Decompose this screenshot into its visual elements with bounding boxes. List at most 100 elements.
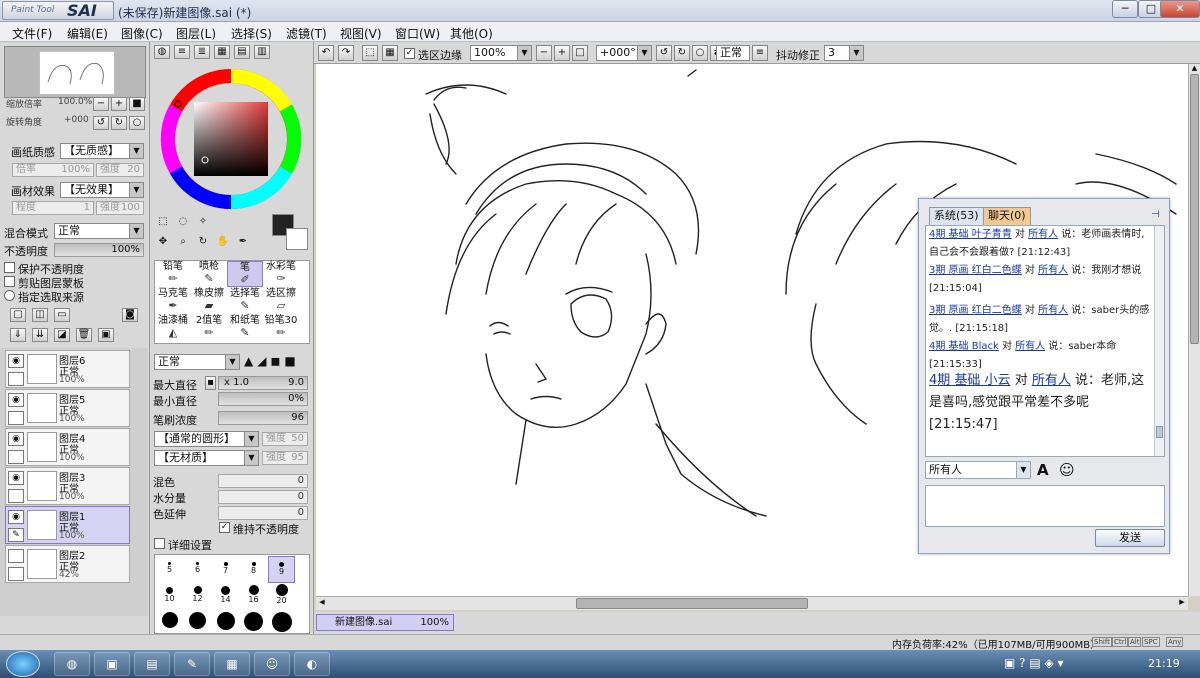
texture-strength-field[interactable]: 强度 95 bbox=[262, 451, 308, 465]
send-button[interactable]: 发送 bbox=[1095, 529, 1165, 547]
blend-field[interactable]: 0 bbox=[218, 474, 308, 488]
layer-item[interactable]: 图层2 正常 42% bbox=[5, 545, 130, 583]
menu-filter[interactable]: 滤镜(T) bbox=[286, 25, 327, 42]
redo-icon[interactable]: ↷ bbox=[338, 45, 354, 61]
lock-toggle[interactable] bbox=[8, 567, 24, 581]
background-color-swatch[interactable] bbox=[286, 228, 308, 250]
chat-user-link[interactable]: 3期 原画 红白二色蝶 bbox=[929, 305, 1022, 316]
magic-wand-icon[interactable]: ✧ bbox=[194, 216, 212, 234]
chat-user-link[interactable]: 4期 基础 叶子青青 bbox=[929, 229, 1012, 240]
layer-item[interactable]: ◉ 图层6 正常 100% bbox=[5, 350, 130, 388]
minimize-button[interactable]: ─ bbox=[1112, 0, 1138, 18]
eye-icon[interactable]: ◉ bbox=[8, 393, 24, 407]
close-button[interactable]: ✕ bbox=[1160, 0, 1200, 18]
scratchpad-icon[interactable]: ▥ bbox=[254, 45, 270, 59]
chat-scroll-thumb[interactable] bbox=[1156, 426, 1163, 438]
blend-mode-select[interactable]: 正常 ▼ bbox=[54, 223, 144, 239]
brush-size-cell-selected[interactable]: 9 bbox=[268, 556, 295, 583]
rotate-tool-icon[interactable]: ↻ bbox=[194, 236, 212, 254]
canvas-zoom-out-button[interactable]: − bbox=[536, 45, 552, 61]
trash-icon[interactable]: 🗑 bbox=[76, 328, 92, 342]
chat-scrollbar[interactable] bbox=[1154, 226, 1164, 456]
rotate-cw-button[interactable]: ↻ bbox=[674, 45, 690, 61]
eye-icon[interactable]: ◉ bbox=[8, 432, 24, 446]
eye-icon[interactable]: ◉ bbox=[8, 354, 24, 368]
selection-source-radio[interactable] bbox=[4, 290, 15, 301]
tool-marker[interactable]: 马克笔 ✒ bbox=[155, 288, 191, 314]
chat-user-link[interactable]: 4期 基础 小云 bbox=[929, 373, 1011, 388]
brush-size-cell[interactable]: 7 bbox=[212, 556, 239, 583]
chat-target-link[interactable]: 所有人 bbox=[1032, 373, 1071, 388]
brush-shape-buttons[interactable]: ▲◢◼■ bbox=[244, 354, 308, 370]
effect-width-field[interactable]: 程度 1 bbox=[12, 201, 94, 215]
brush-mode-select[interactable]: 正常 ▼ bbox=[154, 354, 240, 370]
tab-system[interactable]: 系统(53) bbox=[929, 207, 984, 225]
detail-settings-checkbox[interactable] bbox=[154, 538, 165, 549]
tool-select-pen[interactable]: 选择笔 ✎ bbox=[227, 288, 263, 314]
brush-size-cell[interactable] bbox=[212, 610, 239, 637]
rotate-reset-button-2[interactable]: ○ bbox=[692, 45, 708, 61]
vertical-scrollbar[interactable]: ▲ bbox=[1188, 64, 1200, 596]
zoom-in-button[interactable]: + bbox=[111, 97, 127, 111]
layer-item[interactable]: ◉ 图层3 正常 100% bbox=[5, 467, 130, 505]
undo-icon[interactable]: ↶ bbox=[318, 45, 334, 61]
taskbar-ps-icon[interactable]: ▦ bbox=[214, 652, 250, 676]
menu-layer[interactable]: 图层(L) bbox=[176, 25, 216, 42]
eye-icon[interactable]: ◉ bbox=[8, 510, 24, 524]
menu-edit[interactable]: 编辑(E) bbox=[67, 25, 108, 42]
shape-strength-field[interactable]: 强度 50 bbox=[262, 432, 308, 446]
rotate-ccw-button[interactable]: ↺ bbox=[656, 45, 672, 61]
lock-toggle[interactable] bbox=[8, 411, 24, 425]
eye-toggle[interactable] bbox=[8, 549, 24, 563]
scroll-right-icon[interactable]: ▶ bbox=[1176, 598, 1188, 609]
brush-size-cell[interactable]: 16 bbox=[240, 583, 267, 610]
brush-size-cell[interactable]: 14 bbox=[212, 583, 239, 610]
taskbar-app-icon[interactable]: ▣ bbox=[94, 652, 130, 676]
document-tab[interactable]: 新建图像.sai 100% bbox=[316, 614, 454, 631]
menu-other[interactable]: 其他(O) bbox=[450, 25, 493, 42]
font-icon[interactable]: A bbox=[1037, 461, 1049, 479]
size-lock-icon[interactable]: ▪ bbox=[205, 376, 216, 390]
brush-size-cell[interactable] bbox=[268, 610, 295, 637]
effect-strength-field[interactable]: 强度 100 bbox=[96, 201, 144, 215]
extend-field[interactable]: 0 bbox=[218, 506, 308, 520]
menu-window[interactable]: 窗口(W) bbox=[395, 25, 440, 42]
zoom-reset-button[interactable]: ■ bbox=[129, 97, 145, 111]
tool-binary-pen[interactable]: 2值笔 ✏ bbox=[191, 315, 227, 341]
brush-shape-select[interactable]: 【通常的圆形】 ▼ bbox=[154, 431, 259, 447]
paper-scale-field[interactable]: 倍率 100% bbox=[12, 163, 94, 177]
stabilizer-select[interactable]: 3 ▼ bbox=[824, 45, 864, 61]
chat-target-link[interactable]: 所有人 bbox=[1038, 265, 1068, 276]
brush-size-cell[interactable]: 10 bbox=[156, 583, 183, 610]
brush-size-cell[interactable]: 12 bbox=[184, 583, 211, 610]
horizontal-scroll-thumb[interactable] bbox=[576, 598, 808, 609]
hsv-slider-icon[interactable]: ≣ bbox=[194, 45, 210, 59]
brush-size-cell[interactable] bbox=[184, 610, 211, 637]
scroll-up-icon[interactable]: ▲ bbox=[1190, 64, 1199, 74]
lock-toggle[interactable] bbox=[8, 450, 24, 464]
transfer-down-icon[interactable]: ⇓ bbox=[10, 328, 26, 342]
emoji-icon[interactable]: ☺ bbox=[1059, 461, 1075, 479]
tool-eraser[interactable]: 橡皮擦 ▰ bbox=[191, 288, 227, 314]
lock-toggle[interactable] bbox=[8, 489, 24, 503]
clear-layer-icon[interactable]: ◪ bbox=[54, 328, 70, 342]
stabilizer-icon[interactable]: ≡ bbox=[752, 45, 768, 61]
layer-item[interactable]: ◉ 图层4 正常 100% bbox=[5, 428, 130, 466]
brush-size-cell[interactable]: 8 bbox=[240, 556, 267, 583]
vertical-scroll-thumb[interactable] bbox=[1190, 74, 1199, 344]
chat-target-link[interactable]: 所有人 bbox=[1015, 341, 1045, 352]
brush-size-cell[interactable]: 5 bbox=[156, 556, 183, 583]
min-size-slider[interactable]: 0% bbox=[218, 392, 308, 406]
taskbar-users-icon[interactable]: ☺ bbox=[254, 652, 290, 676]
new-folder-icon[interactable]: ▭ bbox=[54, 308, 70, 322]
canvas-mode-field[interactable]: 正常 bbox=[716, 45, 750, 61]
chat-target-link[interactable]: 所有人 bbox=[1028, 229, 1058, 240]
tool-brush[interactable]: 笔 ✐ bbox=[227, 261, 263, 287]
tool-washi-pen[interactable]: 和纸笔 ✎ bbox=[227, 315, 263, 341]
chat-user-link[interactable]: 4期 基础 Black bbox=[929, 341, 999, 352]
move-icon[interactable]: ✥ bbox=[154, 236, 172, 254]
taskbar-folder-icon[interactable]: ▤ bbox=[134, 652, 170, 676]
menu-file[interactable]: 文件(F) bbox=[12, 25, 52, 42]
layer-item[interactable]: ◉ 图层5 正常 100% bbox=[5, 389, 130, 427]
brush-size-cell[interactable] bbox=[156, 610, 183, 637]
